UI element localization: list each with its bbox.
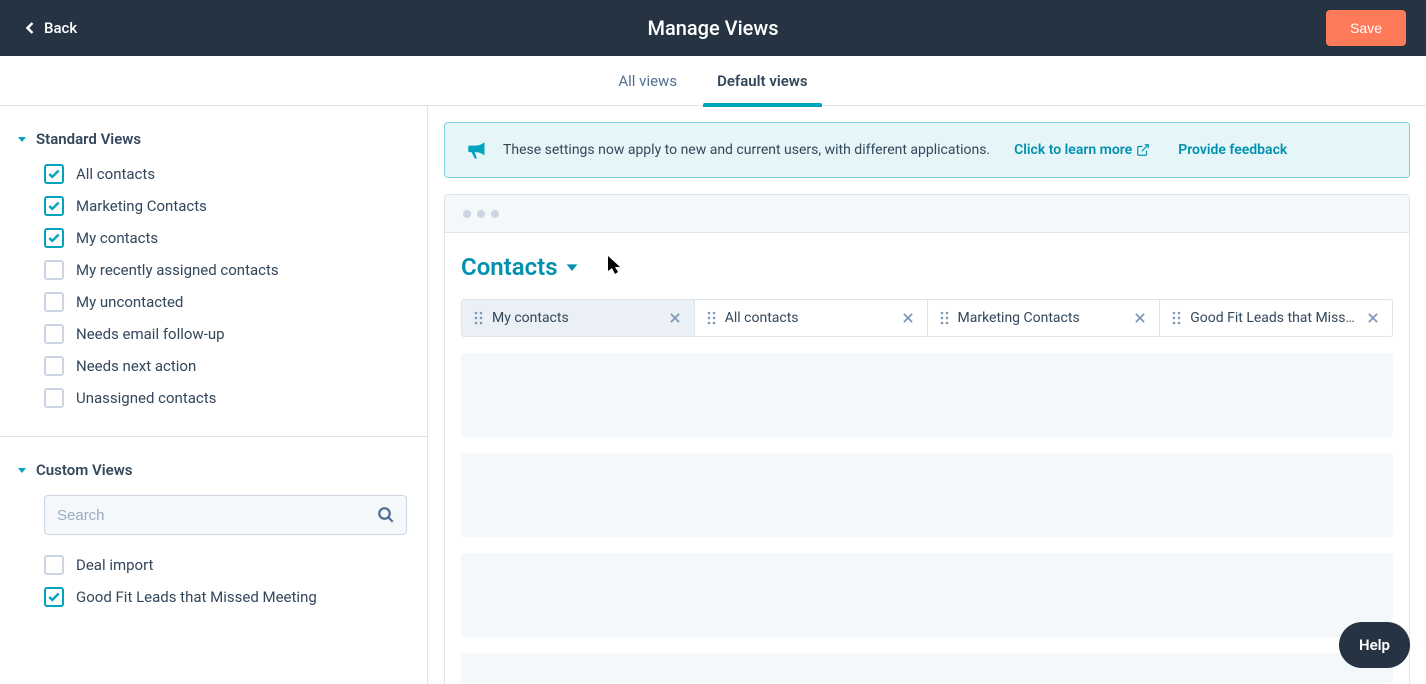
check-label: Good Fit Leads that Missed Meeting — [76, 588, 317, 606]
checkbox[interactable] — [44, 196, 64, 216]
custom-views-header[interactable]: Custom Views — [16, 461, 407, 479]
view-needs-next-action[interactable]: Needs next action — [44, 356, 407, 376]
check-label: My contacts — [76, 229, 158, 247]
close-icon[interactable] — [901, 311, 915, 325]
sidebar: Standard Views All contacts Marketing Co… — [0, 106, 428, 684]
drag-handle-icon[interactable] — [940, 310, 950, 326]
pill-label: Marketing Contacts — [958, 310, 1126, 326]
standard-views-title: Standard Views — [36, 130, 141, 148]
checkbox[interactable] — [44, 587, 64, 607]
view-tab-good-fit-leads[interactable]: Good Fit Leads that Miss… — [1160, 299, 1393, 337]
window-chrome — [445, 195, 1409, 233]
view-tab-marketing-contacts[interactable]: Marketing Contacts — [928, 299, 1161, 337]
standard-views-list: All contacts Marketing Contacts My conta… — [16, 164, 407, 408]
view-good-fit-leads[interactable]: Good Fit Leads that Missed Meeting — [44, 587, 407, 607]
check-label: My uncontacted — [76, 293, 183, 311]
pill-label: My contacts — [492, 310, 660, 326]
view-deal-import[interactable]: Deal import — [44, 555, 407, 575]
divider — [0, 436, 427, 437]
preview-body: Contacts My contacts All contacts — [445, 233, 1409, 684]
provide-feedback-link[interactable]: Provide feedback — [1178, 142, 1287, 158]
close-icon[interactable] — [1366, 311, 1380, 325]
checkbox[interactable] — [44, 164, 64, 184]
checkbox[interactable] — [44, 324, 64, 344]
external-link-icon — [1136, 143, 1150, 157]
drag-handle-icon[interactable] — [474, 310, 484, 326]
view-my-uncontacted[interactable]: My uncontacted — [44, 292, 407, 312]
checkbox[interactable] — [44, 555, 64, 575]
search-input[interactable] — [44, 495, 407, 535]
check-label: Needs next action — [76, 357, 196, 375]
skeleton-row — [461, 453, 1393, 537]
close-icon[interactable] — [1133, 311, 1147, 325]
pill-label: Good Fit Leads that Miss… — [1190, 310, 1358, 326]
search-icon — [377, 506, 395, 524]
standard-views-header[interactable]: Standard Views — [16, 130, 407, 148]
banner-text: These settings now apply to new and curr… — [503, 142, 990, 158]
check-label: Unassigned contacts — [76, 389, 216, 407]
view-needs-email-followup[interactable]: Needs email follow-up — [44, 324, 407, 344]
tab-all-views[interactable]: All views — [618, 56, 677, 106]
checkbox[interactable] — [44, 260, 64, 280]
checkbox[interactable] — [44, 356, 64, 376]
view-my-contacts[interactable]: My contacts — [44, 228, 407, 248]
view-all-contacts[interactable]: All contacts — [44, 164, 407, 184]
drag-handle-icon[interactable] — [707, 310, 717, 326]
help-button[interactable]: Help — [1339, 622, 1410, 668]
chevron-left-icon — [20, 18, 40, 38]
search-wrap — [44, 495, 407, 535]
skeleton-row — [461, 653, 1393, 683]
check-label: Marketing Contacts — [76, 197, 207, 215]
window-dot — [463, 210, 471, 218]
check-label: My recently assigned contacts — [76, 261, 279, 279]
close-icon[interactable] — [668, 311, 682, 325]
checkbox[interactable] — [44, 228, 64, 248]
megaphone-icon — [465, 137, 491, 163]
view-my-recently-assigned[interactable]: My recently assigned contacts — [44, 260, 407, 280]
view-tabs: My contacts All contacts Marketing Conta… — [461, 299, 1393, 337]
checkbox[interactable] — [44, 388, 64, 408]
custom-views-list: Deal import Good Fit Leads that Missed M… — [16, 555, 407, 607]
view-marketing-contacts[interactable]: Marketing Contacts — [44, 196, 407, 216]
check-label: Deal import — [76, 556, 153, 574]
info-banner: These settings now apply to new and curr… — [444, 122, 1410, 178]
check-label: All contacts — [76, 165, 155, 183]
content: These settings now apply to new and curr… — [428, 106, 1426, 684]
view-tab-all-contacts[interactable]: All contacts — [695, 299, 928, 337]
back-button[interactable]: Back — [20, 18, 77, 38]
window-dot — [491, 210, 499, 218]
header: Back Manage Views Save — [0, 0, 1426, 56]
caret-down-icon — [16, 464, 28, 476]
pill-label: All contacts — [725, 310, 893, 326]
view-tab-my-contacts[interactable]: My contacts — [461, 299, 695, 337]
window-dot — [477, 210, 485, 218]
page-title: Manage Views — [647, 16, 778, 40]
view-unassigned-contacts[interactable]: Unassigned contacts — [44, 388, 407, 408]
custom-views-title: Custom Views — [36, 461, 133, 479]
preview-window: Contacts My contacts All contacts — [444, 194, 1410, 684]
learn-more-link[interactable]: Click to learn more — [1014, 142, 1150, 158]
main: Standard Views All contacts Marketing Co… — [0, 106, 1426, 684]
tabs: All views Default views — [0, 56, 1426, 106]
drag-handle-icon[interactable] — [1172, 310, 1182, 326]
caret-down-icon — [16, 133, 28, 145]
contacts-dropdown[interactable]: Contacts — [461, 253, 1393, 281]
tab-default-views[interactable]: Default views — [717, 56, 808, 106]
contacts-label: Contacts — [461, 253, 558, 281]
check-label: Needs email follow-up — [76, 325, 225, 343]
save-button[interactable]: Save — [1326, 10, 1406, 46]
back-label: Back — [44, 19, 77, 37]
skeleton-row — [461, 553, 1393, 637]
skeleton-row — [461, 353, 1393, 437]
checkbox[interactable] — [44, 292, 64, 312]
learn-more-label: Click to learn more — [1014, 142, 1132, 158]
caret-down-icon — [564, 259, 580, 275]
